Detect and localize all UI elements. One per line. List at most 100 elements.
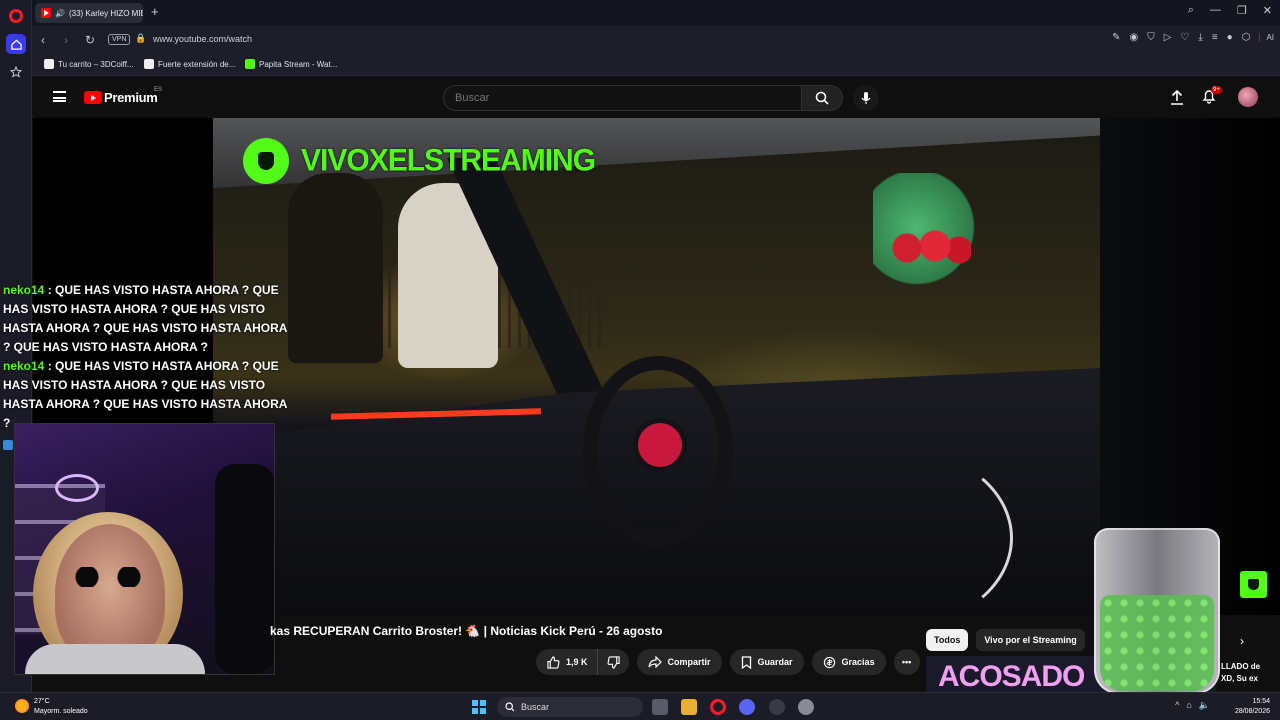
search-icon (505, 702, 515, 712)
chip-all[interactable]: Todos (926, 629, 969, 651)
extension-icon[interactable]: ⬡ (1242, 32, 1251, 43)
video-wheel-hub (633, 418, 687, 472)
speaker-icon[interactable]: 🔊 (55, 9, 65, 18)
tray-chevron-icon[interactable]: ^ (1175, 700, 1179, 711)
discord-icon[interactable] (739, 699, 755, 715)
streamer-facecam (14, 423, 275, 675)
avatar[interactable] (1238, 87, 1258, 107)
vpn-badge[interactable]: VPN (108, 34, 131, 45)
camera-icon[interactable]: ◉ (1129, 32, 1138, 43)
bookmarks-bar: Tu carrito – 3DCoiff... Fuerte extensión… (32, 54, 1280, 76)
super-thanks-icon (823, 656, 835, 668)
stream-watermark: VIVOXELSTREAMING (243, 138, 596, 184)
volume-icon[interactable]: 🔈 (1199, 700, 1210, 711)
bookmark-favicon-icon (44, 59, 54, 69)
taskbar-search[interactable]: Buscar (497, 697, 643, 717)
lock-icon[interactable]: 🔒 (135, 33, 146, 44)
thumbs-down-icon (607, 655, 620, 669)
reload-icon[interactable]: ↻ (85, 33, 95, 47)
thanks-button[interactable]: Gracias (811, 649, 886, 675)
more-actions-button[interactable]: ••• (893, 649, 920, 675)
recommended-video-title[interactable]: LLADO de XD, Su ex (1221, 661, 1260, 685)
youtube-premium-label[interactable]: Premium (104, 90, 158, 105)
back-icon[interactable]: ‹ (41, 33, 45, 47)
video-cherries (891, 228, 971, 268)
save-button[interactable]: Guardar (729, 649, 804, 675)
forward-icon[interactable]: › (64, 33, 68, 47)
dislike-button[interactable] (596, 649, 629, 675)
notification-badge: 9+ (1211, 86, 1222, 94)
recommendation-chips: Todos Vivo por el Streaming (926, 629, 1085, 651)
browser-tab[interactable]: 🔊 (33) Karley HIZO MIE (35, 3, 143, 23)
taskbar-clock[interactable]: 15:54 28/08/2026 (1235, 697, 1270, 717)
star-icon[interactable] (6, 62, 26, 82)
search-button[interactable] (801, 85, 843, 111)
search-tabs-icon[interactable]: ⌕ (1188, 4, 1194, 17)
thumbs-up-icon (547, 655, 560, 669)
menu-icon[interactable]: ≡ (1212, 32, 1218, 43)
chips-next-chevron-icon[interactable]: › (1240, 634, 1244, 648)
like-button[interactable]: 1,9 K (536, 649, 597, 675)
chat-badge-icon (3, 439, 13, 450)
kick-overlay-logo-icon (1240, 571, 1267, 598)
edit-icon[interactable]: ✎ (1112, 32, 1120, 43)
chat-message: neko14 : QUE HAS VISTO HASTA AHORA ? QUE… (3, 357, 287, 433)
restore-icon[interactable]: ❐ (1237, 4, 1247, 17)
country-code: ES (154, 87, 163, 93)
weather-widget[interactable]: 27°C Mayorm. soleado (34, 697, 88, 717)
play-icon[interactable]: ▷ (1164, 32, 1172, 43)
youtube-header: Premium ES 9+ (33, 77, 1280, 118)
facecam-sunglasses (73, 567, 143, 587)
facecam-chair (215, 464, 274, 674)
voice-search-button[interactable] (853, 85, 879, 111)
bookmark-icon (741, 655, 751, 669)
system-tray: ^ ⌂ 🔈 (1175, 700, 1210, 711)
windows-start-icon[interactable] (472, 700, 486, 714)
weather-sun-icon[interactable] (15, 699, 29, 713)
minimize-icon[interactable]: — (1210, 4, 1221, 17)
close-icon[interactable]: ✕ (1263, 4, 1272, 17)
app-icon[interactable] (769, 699, 785, 715)
shield-icon[interactable]: ⛉ (1147, 32, 1155, 43)
video-actions: 1,9 K Compartir Guardar Gracias ••• (536, 649, 920, 675)
file-explorer-icon[interactable] (681, 699, 697, 715)
opera-logo-icon[interactable] (9, 9, 23, 23)
glass-overlay-emotes (1100, 595, 1214, 691)
upload-icon[interactable] (1170, 89, 1184, 110)
tab-title: (33) Karley HIZO MIE (68, 8, 143, 18)
video-title: kas RECUPERAN Carrito Broster! 🐔 | Notic… (270, 624, 663, 638)
facecam-shirt (25, 644, 205, 674)
ai-button[interactable]: AI (1259, 33, 1274, 42)
opera-taskbar-icon[interactable] (710, 699, 726, 715)
facecam-planet-sign (55, 474, 99, 502)
tab-bar: 🔊 (33) Karley HIZO MIE + ⌕ — ❐ ✕ (32, 0, 1280, 26)
bookmark-item[interactable]: Fuerte extensión de... (144, 59, 235, 69)
chat-text: : QUE HAS VISTO HASTA AHORA ? QUE HAS VI… (3, 283, 288, 354)
settings-icon[interactable] (798, 699, 814, 715)
address-bar-actions: ✎ ◉ ⛉ ▷ ♡ ⤓ ≡ ● ⬡ AI (1112, 32, 1274, 43)
search-icon (815, 91, 829, 105)
network-icon[interactable]: ⌂ (1186, 700, 1191, 711)
microphone-icon (861, 92, 871, 104)
task-view-icon[interactable] (652, 699, 668, 715)
bookmark-item[interactable]: Tu carrito – 3DCoiff... (44, 59, 134, 69)
download-icon[interactable]: ⤓ (1198, 32, 1202, 43)
home-icon[interactable] (6, 34, 26, 54)
new-tab-icon[interactable]: + (151, 5, 159, 19)
kick-favicon-icon (245, 59, 255, 69)
window-controls: ⌕ — ❐ ✕ (1188, 4, 1272, 17)
chat-text: : QUE HAS VISTO HASTA AHORA ? QUE HAS VI… (3, 359, 288, 430)
youtube-logo-icon[interactable] (84, 91, 102, 104)
kick-logo-icon (243, 138, 289, 184)
url-field[interactable]: www.youtube.com/watch (153, 34, 252, 44)
heart-icon[interactable]: ♡ (1180, 32, 1189, 43)
chat-username: neko14 (3, 359, 45, 373)
youtube-favicon-icon (41, 8, 51, 18)
profile-icon[interactable]: ● (1227, 32, 1233, 43)
video-person-dark (288, 173, 383, 363)
chip-vivo-streaming[interactable]: Vivo por el Streaming (976, 629, 1085, 651)
search-input[interactable] (443, 85, 802, 111)
hamburger-menu-icon[interactable] (53, 91, 66, 102)
share-button[interactable]: Compartir (636, 649, 722, 675)
bookmark-item[interactable]: Papita Stream - Wat... (245, 59, 337, 69)
